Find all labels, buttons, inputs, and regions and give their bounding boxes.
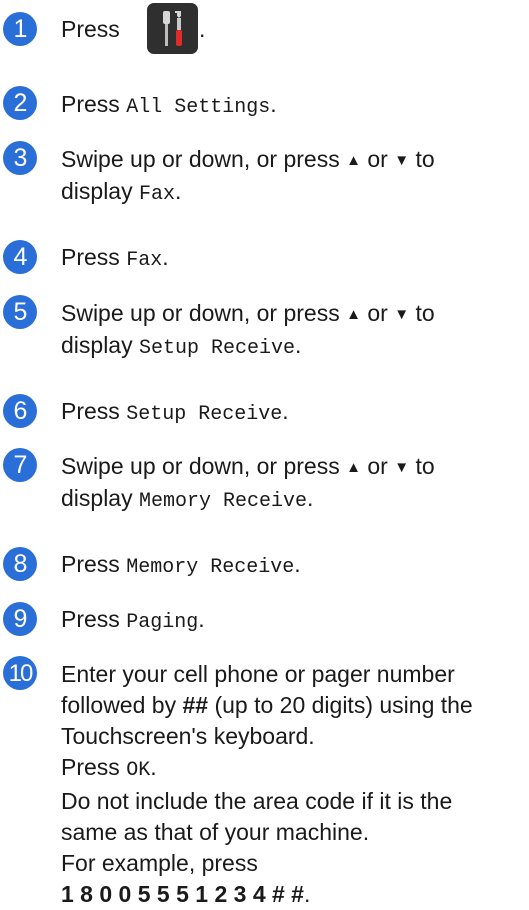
step-text: Enter your cell phone or pager number fo… bbox=[61, 661, 473, 907]
step-number-badge: 4 bbox=[3, 240, 37, 274]
down-arrow-icon: ▼ bbox=[394, 459, 410, 476]
step-number-badge: 10 bbox=[3, 656, 37, 690]
menu-option: Memory Receive bbox=[126, 556, 295, 579]
step-text: Swipe up or down, or press ▲ or ▼ to dis… bbox=[61, 300, 435, 360]
step-number-badge: 5 bbox=[3, 295, 37, 329]
step-text: Press bbox=[61, 14, 523, 45]
menu-option: OK bbox=[126, 759, 151, 782]
step-text: Press All Settings. bbox=[61, 91, 277, 119]
step-1-period: . bbox=[199, 16, 206, 42]
menu-option: Fax bbox=[126, 249, 163, 272]
step-number-badge: 6 bbox=[3, 394, 37, 428]
down-arrow-icon: ▼ bbox=[394, 306, 410, 323]
down-arrow-icon: ▼ bbox=[394, 152, 410, 169]
step-number-badge: 1 bbox=[3, 12, 37, 46]
step-text: Press Memory Receive. bbox=[61, 551, 301, 579]
step-text: Press Paging. bbox=[61, 606, 205, 634]
step-number-badge: 9 bbox=[3, 602, 37, 636]
up-arrow-icon: ▲ bbox=[346, 459, 361, 476]
step-number-badge: 3 bbox=[3, 141, 37, 175]
settings-tools-icon[interactable] bbox=[147, 3, 198, 54]
step-number-badge: 7 bbox=[3, 448, 37, 482]
press-label: Press bbox=[61, 16, 120, 42]
menu-option: Paging bbox=[126, 611, 199, 634]
up-arrow-icon: ▲ bbox=[346, 306, 361, 323]
step-text: Swipe up or down, or press ▲ or ▼ to dis… bbox=[61, 453, 435, 513]
menu-option: Setup Receive bbox=[126, 403, 283, 426]
step-number-badge: 8 bbox=[3, 547, 37, 581]
up-arrow-icon: ▲ bbox=[346, 152, 361, 169]
menu-option: Fax bbox=[139, 183, 176, 206]
step-number-badge: 2 bbox=[3, 86, 37, 120]
menu-option: All Settings bbox=[126, 96, 271, 119]
step-text: Press Fax. bbox=[61, 244, 169, 272]
step-text: Press Setup Receive. bbox=[61, 398, 289, 426]
menu-option: Memory Receive bbox=[139, 490, 308, 513]
menu-option: Setup Receive bbox=[139, 337, 296, 360]
step-text: Swipe up or down, or press ▲ or ▼ to dis… bbox=[61, 146, 435, 206]
example-number: 1 8 0 0 5 5 5 1 2 3 4 # # bbox=[61, 881, 304, 907]
